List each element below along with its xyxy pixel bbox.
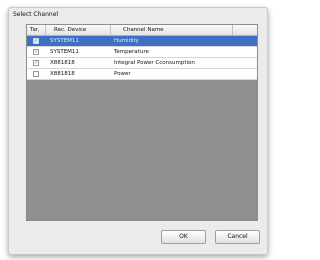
table-row[interactable]: ✓ X881818 Integral Power Cconsumption <box>27 58 257 69</box>
select-channel-dialog: Select Channel Tar. Rec. Device Channel … <box>8 7 268 255</box>
rec-device-cell: X881818 <box>50 60 75 66</box>
column-header-empty <box>233 25 257 35</box>
column-header-rec-device[interactable]: Rec. Device <box>46 25 111 35</box>
table-row[interactable]: ✓ SYSTEM11 Temperature <box>27 47 257 58</box>
ok-button[interactable]: OK <box>161 230 206 244</box>
target-checkbox[interactable]: ✓ <box>33 38 39 44</box>
channel-name-cell: Humidity <box>114 38 139 44</box>
dialog-title: Select Channel <box>13 11 59 18</box>
target-checkbox[interactable]: ✓ <box>33 49 39 55</box>
target-checkbox[interactable]: ✓ <box>33 60 39 66</box>
table-header: Tar. Rec. Device Channel Name <box>27 25 257 36</box>
column-header-target[interactable]: Tar. <box>27 25 46 35</box>
table-row[interactable]: X881818 Power <box>27 69 257 80</box>
cancel-button[interactable]: Cancel <box>215 230 260 244</box>
channel-name-cell: Power <box>114 71 131 77</box>
channel-name-cell: Temperature <box>114 49 149 55</box>
channel-name-cell: Integral Power Cconsumption <box>114 60 195 66</box>
target-checkbox[interactable] <box>33 71 39 77</box>
rec-device-cell: X881818 <box>50 71 75 77</box>
table-row[interactable]: ✓ SYSTEM11 Humidity <box>27 36 257 47</box>
rec-device-cell: SYSTEM11 <box>50 38 79 44</box>
channel-table[interactable]: Tar. Rec. Device Channel Name ✓ SYSTEM11… <box>26 24 258 221</box>
column-header-channel-name[interactable]: Channel Name <box>111 25 233 35</box>
rec-device-cell: SYSTEM11 <box>50 49 79 55</box>
